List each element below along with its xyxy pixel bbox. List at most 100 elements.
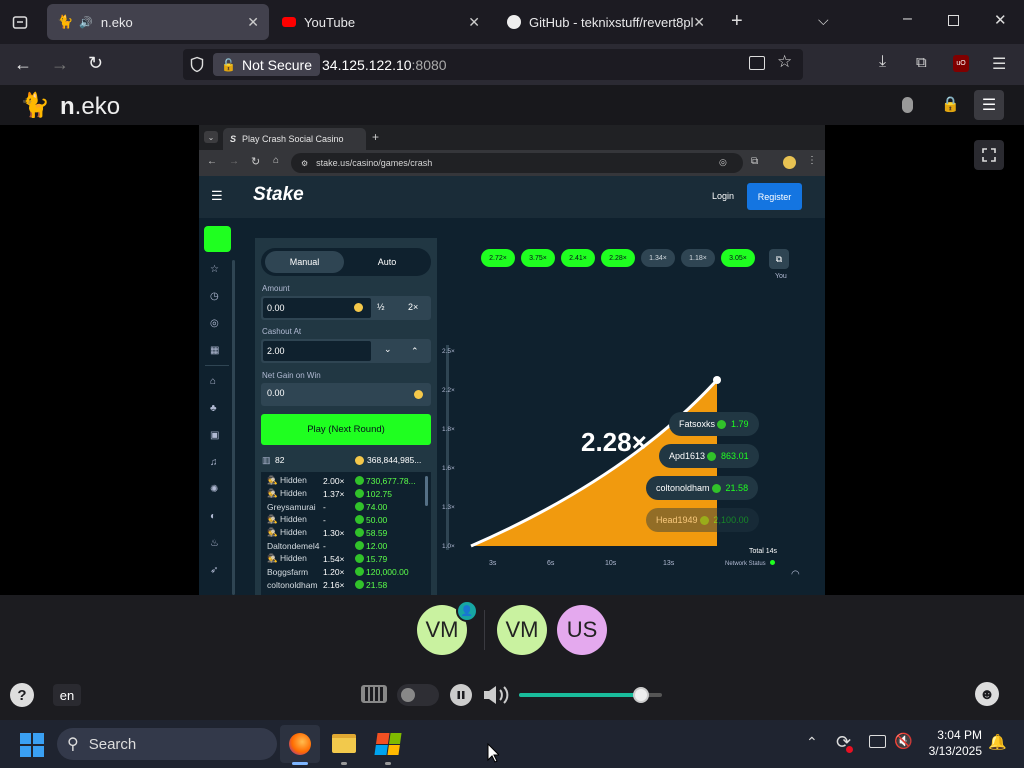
reload-button[interactable]: ↻ <box>88 53 103 74</box>
forward-button[interactable]: → <box>51 54 69 75</box>
pause-button[interactable] <box>450 684 472 706</box>
slots-icon[interactable]: ▣ <box>210 430 219 441</box>
close-tab-icon[interactable]: ✕ <box>247 14 259 31</box>
file-explorer-taskbar-icon[interactable] <box>332 734 356 753</box>
remote-profile-icon[interactable] <box>783 156 796 169</box>
control-toggle[interactable] <box>397 684 439 706</box>
stake-menu-icon[interactable]: ☰ <box>211 188 223 204</box>
cashout-input[interactable]: 2.00 <box>263 341 371 361</box>
menu-button[interactable]: ☰ <box>974 90 1004 120</box>
remote-url-bar[interactable]: ⚙ stake.us/casino/games/crash <box>291 153 743 173</box>
remote-screen[interactable]: ⌄ S Play Crash Social Casino + ← → ↻ ⌂ ⚙… <box>199 125 825 595</box>
ublock-icon[interactable]: uO <box>953 55 969 72</box>
tab-list-icon[interactable] <box>12 14 28 30</box>
windows-start-icon[interactable] <box>20 733 44 757</box>
clock[interactable]: 3:04 PM 3/13/2025 <box>922 727 982 759</box>
history-button[interactable]: ⧉ <box>769 249 789 269</box>
mode-tab-manual[interactable]: Manual <box>265 251 344 273</box>
register-button[interactable]: Register <box>747 183 802 210</box>
participant-avatar[interactable]: VM <box>497 605 547 655</box>
remote-extensions-icon[interactable]: ⧉ <box>751 156 758 167</box>
notifications-bell-icon[interactable]: 🔔 <box>988 733 1007 751</box>
remote-home-icon[interactable]: ⌂ <box>273 155 279 166</box>
double-button[interactable]: 2× <box>408 302 418 312</box>
extensions-icon[interactable]: ⧉ <box>916 54 927 71</box>
remote-forward-icon[interactable]: → <box>229 156 239 167</box>
tracking-protection-shield-icon[interactable] <box>189 56 205 73</box>
game-shows-icon[interactable]: ✺ <box>210 484 218 495</box>
tab-neko[interactable]: 🐈 🔊 n.eko ✕ <box>47 4 269 40</box>
app-menu-icon[interactable]: ☰ <box>992 54 1006 74</box>
remote-tab-stake[interactable]: S Play Crash Social Casino <box>223 128 366 150</box>
login-button[interactable]: Login <box>712 191 734 201</box>
network-icon[interactable] <box>869 735 886 748</box>
remote-reload-icon[interactable]: ↻ <box>251 155 260 168</box>
publishers-icon[interactable]: ➶ <box>210 565 218 576</box>
bookmark-star-icon[interactable]: ☆ <box>777 52 792 72</box>
new-tab-button[interactable]: + <box>731 10 743 33</box>
chevron-down-icon[interactable]: ⌵ <box>818 12 829 29</box>
recent-multiplier-pill[interactable]: 2.72× <box>481 249 515 267</box>
help-button[interactable]: ? <box>10 683 34 707</box>
stake-exclusives-icon[interactable]: ◐ <box>210 511 216 522</box>
taskbar-search[interactable]: ⚲ Search <box>57 728 277 760</box>
bets-scrollbar[interactable] <box>425 476 428 506</box>
cashout-increase-chevron-up-icon[interactable]: ⌃ <box>411 346 419 357</box>
remote-eye-off-icon[interactable]: ◎ <box>719 157 727 168</box>
remote-back-icon[interactable]: ← <box>207 156 217 167</box>
originals-icon[interactable]: ♣ <box>210 403 217 414</box>
not-secure-badge[interactable]: 🔓 Not Secure <box>213 53 320 76</box>
recent-multiplier-pill[interactable]: 1.18× <box>681 249 715 267</box>
sidebar-scrollbar[interactable] <box>232 260 235 595</box>
recent-multiplier-pill[interactable]: 1.34× <box>641 249 675 267</box>
recent-multiplier-pill[interactable]: 3.75× <box>521 249 555 267</box>
sidebar-casino-button[interactable] <box>204 226 231 252</box>
volume-icon[interactable] <box>482 684 514 706</box>
mouse-control-icon[interactable] <box>902 97 913 113</box>
tab-github[interactable]: GitHub - teknixstuff/revert8plus ✕ <box>497 4 715 40</box>
windows-app-taskbar-icon[interactable] <box>374 733 402 755</box>
recent-multiplier-pill[interactable]: 2.28× <box>601 249 635 267</box>
firefox-taskbar-icon[interactable] <box>280 725 320 763</box>
close-tab-icon[interactable]: ✕ <box>693 14 705 31</box>
new-releases-icon[interactable]: ♨ <box>210 538 219 549</box>
home-icon[interactable]: ⌂ <box>210 376 216 387</box>
stake-logo[interactable]: Stake <box>253 184 304 206</box>
volume-slider-track[interactable] <box>519 687 662 703</box>
lock-icon[interactable]: 🔒 <box>941 95 960 113</box>
minimize-button[interactable]: – <box>903 10 912 28</box>
volume-slider-knob[interactable] <box>632 687 649 703</box>
keyboard-icon[interactable] <box>361 685 387 703</box>
recent-icon[interactable]: ◷ <box>210 291 219 302</box>
mode-tab-auto[interactable]: Auto <box>347 251 427 273</box>
reader-view-icon[interactable] <box>749 56 765 70</box>
favourites-icon[interactable]: ☆ <box>210 264 219 275</box>
cashout-decrease-chevron-down-icon[interactable]: ⌄ <box>384 344 392 355</box>
tab-youtube[interactable]: YouTube ✕ <box>272 4 490 40</box>
speaker-icon[interactable]: 🔊 <box>79 16 93 29</box>
support-chat-icon[interactable]: ◠ <box>791 569 800 580</box>
remote-menu-icon[interactable]: ⋮ <box>807 155 817 166</box>
emoji-button[interactable]: ☻ <box>975 682 999 706</box>
challenges-icon[interactable]: ◎ <box>210 318 219 329</box>
remote-site-info-icon[interactable]: ⚙ <box>301 159 308 168</box>
live-casino-icon[interactable]: ♫ <box>210 457 218 468</box>
downloads-icon[interactable]: ⤓ <box>879 53 886 71</box>
close-window-button[interactable]: ✕ <box>994 11 1007 29</box>
bets-list[interactable]: 🕵 Hidden 2.00× 730,677.78... 🕵 Hidden 1.37× 1… <box>261 472 431 595</box>
chevron-up-icon[interactable]: ⌃ <box>806 734 818 751</box>
fullscreen-button[interactable] <box>974 140 1004 170</box>
volume-muted-icon[interactable]: 🔇 <box>894 732 913 750</box>
remote-new-tab-button[interactable]: + <box>372 130 379 144</box>
url-text[interactable]: 34.125.122.10:8080 <box>322 57 447 73</box>
recent-multiplier-pill[interactable]: 3.05× <box>721 249 755 267</box>
recent-multiplier-pill[interactable]: 2.41× <box>561 249 595 267</box>
half-button[interactable]: ½ <box>377 302 385 312</box>
back-button[interactable]: ← <box>14 54 32 75</box>
my-bets-icon[interactable]: ▦ <box>210 345 219 356</box>
language-select[interactable]: en <box>53 684 81 706</box>
remote-tab-list-icon[interactable]: ⌄ <box>204 131 218 143</box>
close-tab-icon[interactable]: ✕ <box>468 14 480 31</box>
participant-avatar[interactable]: US <box>557 605 607 655</box>
restore-button[interactable] <box>948 15 959 26</box>
